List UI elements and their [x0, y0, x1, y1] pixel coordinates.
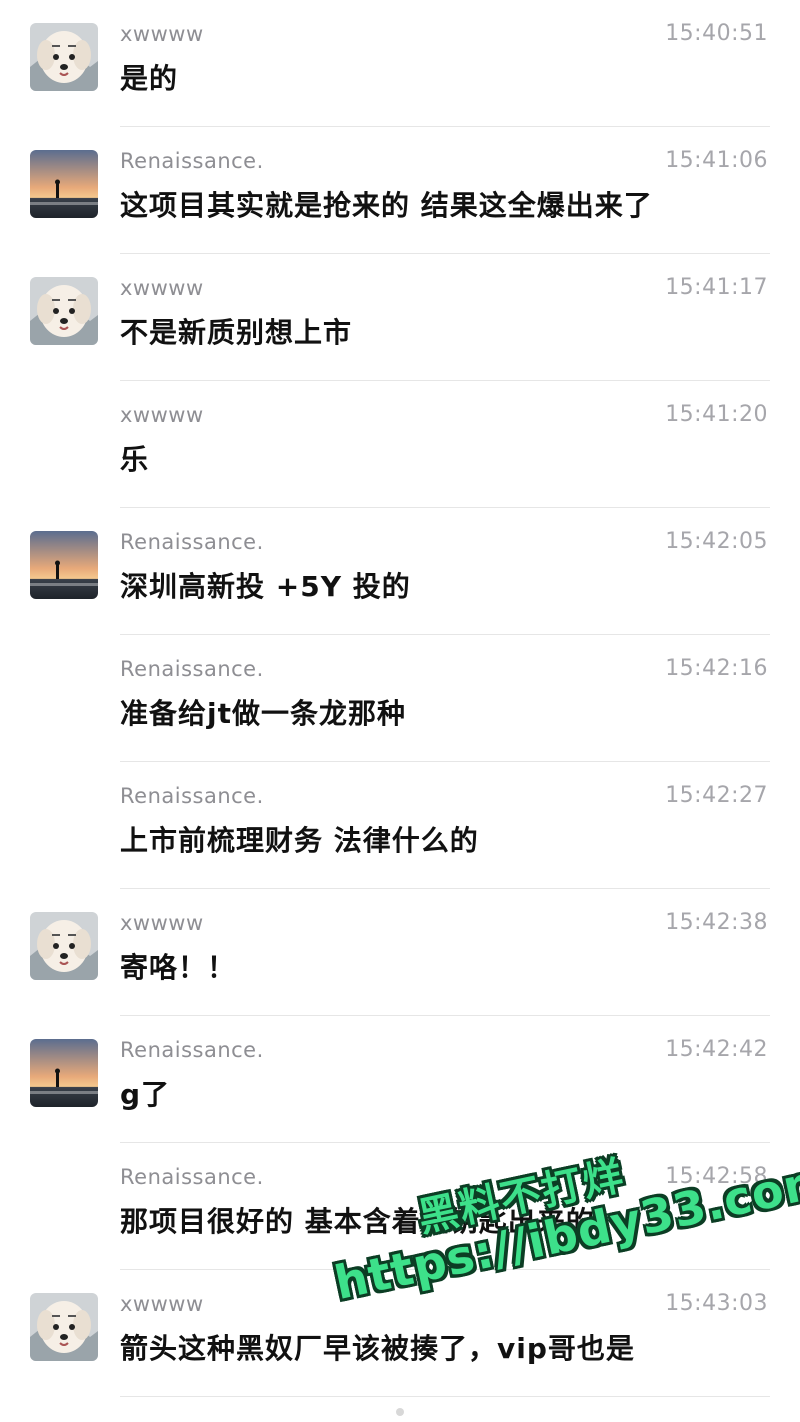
sender-name: Renaissance.	[120, 657, 264, 681]
message-item[interactable]: xwwww 15:40:51 是的	[0, 0, 800, 127]
sender-name: Renaissance.	[120, 530, 264, 554]
avatar-sunset[interactable]	[30, 531, 98, 599]
message-text: 箭头这种黑奴厂早该被揍了，vip哥也是	[120, 1332, 635, 1365]
message-item[interactable]: Renaissance. 15:42:58 那项目很好的 基本含着金钥匙出来的	[0, 1143, 800, 1270]
avatar-sunset[interactable]	[30, 1039, 98, 1107]
message-time: 15:42:42	[665, 1037, 768, 1062]
sender-name: Renaissance.	[120, 784, 264, 808]
scroll-indicator	[396, 1408, 404, 1416]
message-time: 15:42:58	[665, 1164, 768, 1189]
divider	[120, 1396, 770, 1397]
message-time: 15:43:03	[665, 1291, 768, 1316]
message-item[interactable]: xwwww 15:43:03 箭头这种黑奴厂早该被揍了，vip哥也是	[0, 1270, 800, 1397]
avatar-sunset[interactable]	[30, 150, 98, 218]
message-item[interactable]: Renaissance. 15:42:42 g了	[0, 1016, 800, 1143]
message-item[interactable]: xwwww 15:42:38 寄咯！！	[0, 889, 800, 1016]
message-item[interactable]: Renaissance. 15:41:06 这项目其实就是抢来的 结果这全爆出来…	[0, 127, 800, 254]
message-item[interactable]: Renaissance. 15:42:16 准备给jt做一条龙那种	[0, 635, 800, 762]
message-time: 15:41:06	[665, 148, 768, 173]
sender-name: xwwww	[120, 22, 204, 46]
avatar-dog[interactable]	[30, 912, 98, 980]
message-text: 这项目其实就是抢来的 结果这全爆出来了	[120, 189, 653, 222]
message-item[interactable]: xwwww 15:41:17 不是新质别想上市	[0, 254, 800, 381]
sunset-avatar-icon	[30, 150, 98, 218]
dog-avatar-icon	[30, 1293, 98, 1361]
dog-avatar-icon	[30, 277, 98, 345]
message-text: g了	[120, 1078, 171, 1111]
dog-avatar-icon	[30, 912, 98, 980]
message-time: 15:42:38	[665, 910, 768, 935]
message-time: 15:42:27	[665, 783, 768, 808]
message-time: 15:42:16	[665, 656, 768, 681]
sender-name: xwwww	[120, 403, 204, 427]
message-text: 那项目很好的 基本含着金钥匙出来的	[120, 1205, 595, 1238]
sunset-avatar-icon	[30, 1039, 98, 1107]
avatar-dog[interactable]	[30, 1293, 98, 1361]
avatar-dog[interactable]	[30, 23, 98, 91]
sunset-avatar-icon	[30, 531, 98, 599]
message-text: 乐	[120, 443, 150, 476]
message-text: 是的	[120, 62, 179, 95]
message-time: 15:41:17	[665, 275, 768, 300]
message-time: 15:41:20	[665, 402, 768, 427]
message-time: 15:42:05	[665, 529, 768, 554]
message-text: 深圳高新投 +5Y 投的	[120, 570, 411, 603]
sender-name: Renaissance.	[120, 149, 264, 173]
message-item[interactable]: Renaissance. 15:42:05 深圳高新投 +5Y 投的	[0, 508, 800, 635]
sender-name: Renaissance.	[120, 1038, 264, 1062]
dog-avatar-icon	[30, 23, 98, 91]
message-text: 上市前梳理财务 法律什么的	[120, 824, 479, 857]
message-text: 寄咯！！	[120, 951, 237, 984]
message-item[interactable]: xwwww 15:41:20 乐	[0, 381, 800, 508]
avatar-dog[interactable]	[30, 277, 98, 345]
chat-history[interactable]: xwwww 15:40:51 是的 Renaissance. 15:41:06 …	[0, 0, 800, 1422]
sender-name: xwwww	[120, 1292, 204, 1316]
sender-name: Renaissance.	[120, 1165, 264, 1189]
sender-name: xwwww	[120, 276, 204, 300]
message-item[interactable]: Renaissance. 15:42:27 上市前梳理财务 法律什么的	[0, 762, 800, 889]
message-text: 不是新质别想上市	[120, 316, 353, 349]
message-time: 15:40:51	[665, 21, 768, 46]
sender-name: xwwww	[120, 911, 204, 935]
message-text: 准备给jt做一条龙那种	[120, 697, 406, 730]
